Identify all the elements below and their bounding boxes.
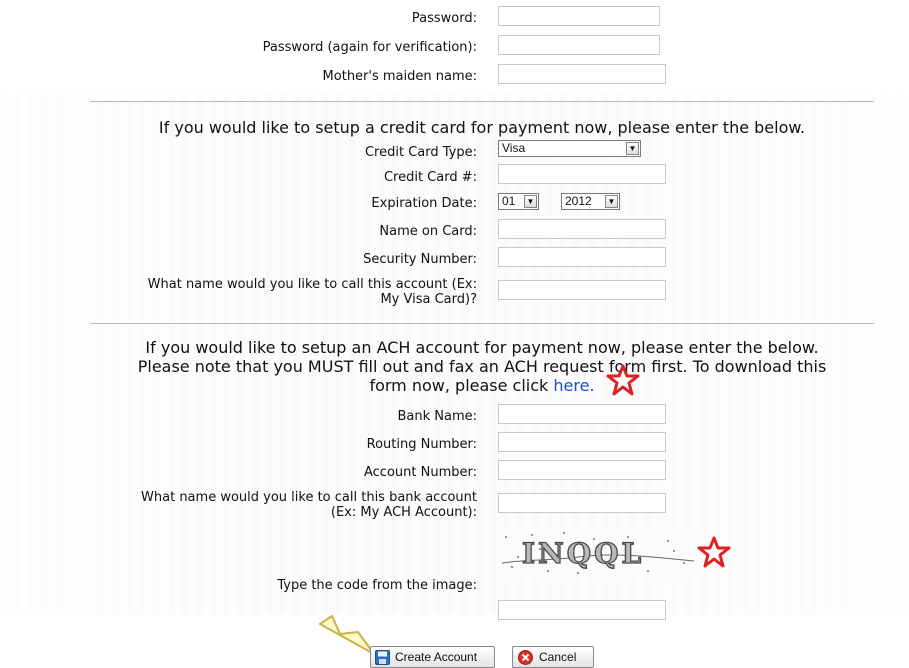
credit-card-intro: If you would like to setup a credit card… [158,118,806,137]
maiden-name-label: Mother's maiden name: [322,69,477,84]
routing-number-field[interactable] [498,432,666,452]
divider-2 [90,323,874,324]
bank-name-field[interactable] [498,404,666,424]
bank-nickname-label-line1: What name would you like to call this ba… [141,490,477,505]
create-account-button[interactable]: Create Account [370,646,495,668]
captcha-code-text: INQQL [522,537,644,570]
card-type-value: Visa [502,141,526,155]
save-icon [375,650,390,665]
download-form-link[interactable]: here. [553,376,594,395]
cancel-button[interactable]: Cancel [512,646,594,668]
exp-month-select[interactable]: 01 ▼ [498,193,539,210]
divider-1 [90,101,874,102]
chevron-down-icon: ▼ [626,142,639,155]
chevron-down-icon: ▼ [524,195,537,208]
captcha-label: Type the code from the image: [277,578,477,593]
ach-intro-line1: If you would like to setup an ACH accoun… [145,338,819,357]
card-nickname-label: What name would you like to call this ac… [90,277,477,307]
expiration-label: Expiration Date: [371,196,477,211]
cancel-label: Cancel [539,650,577,664]
ach-intro-line3: form now, please click here. [90,376,874,395]
exp-year-select[interactable]: 2012 ▼ [561,193,620,210]
bank-nickname-label-line2: (Ex: My ACH Account): [330,505,477,520]
card-nickname-label-line1: What name would you like to call this ac… [147,277,477,292]
create-account-label: Create Account [395,650,478,664]
bank-nickname-field[interactable] [498,493,666,513]
pointer-arrow-icon [319,615,375,655]
ach-intro-line3-text: form now, please click [369,376,549,395]
card-type-label: Credit Card Type: [364,145,477,160]
captcha-image: INQQL [498,527,698,579]
name-on-card-label: Name on Card: [379,224,477,239]
ach-intro: If you would like to setup an ACH accoun… [90,338,874,395]
name-on-card-field[interactable] [498,219,666,239]
card-nickname-field[interactable] [498,280,666,300]
ach-intro-line2: Please note that you MUST fill out and f… [137,357,827,376]
security-number-label: Security Number: [363,252,477,267]
password-again-label: Password (again for verification): [262,40,477,55]
star-icon [697,536,731,568]
account-number-field[interactable] [498,460,666,480]
card-number-field[interactable] [498,164,666,184]
bank-name-label: Bank Name: [397,409,477,424]
password-again-field[interactable] [498,35,660,55]
exp-year-value: 2012 [565,194,592,208]
security-number-field[interactable] [498,247,666,267]
exp-month-value: 01 [502,194,516,208]
cancel-icon [518,650,533,665]
star-icon [606,364,640,396]
routing-number-label: Routing Number: [366,437,477,452]
password-label: Password: [411,11,477,26]
card-nickname-label-line2: My Visa Card)? [380,292,477,307]
chevron-down-icon: ▼ [605,195,618,208]
account-number-label: Account Number: [364,465,477,480]
card-number-label: Credit Card #: [383,170,477,185]
password-field[interactable] [498,6,660,26]
card-type-select[interactable]: Visa ▼ [498,140,641,157]
captcha-field[interactable] [498,600,666,620]
bank-nickname-label: What name would you like to call this ba… [90,490,477,520]
maiden-name-field[interactable] [498,64,666,84]
